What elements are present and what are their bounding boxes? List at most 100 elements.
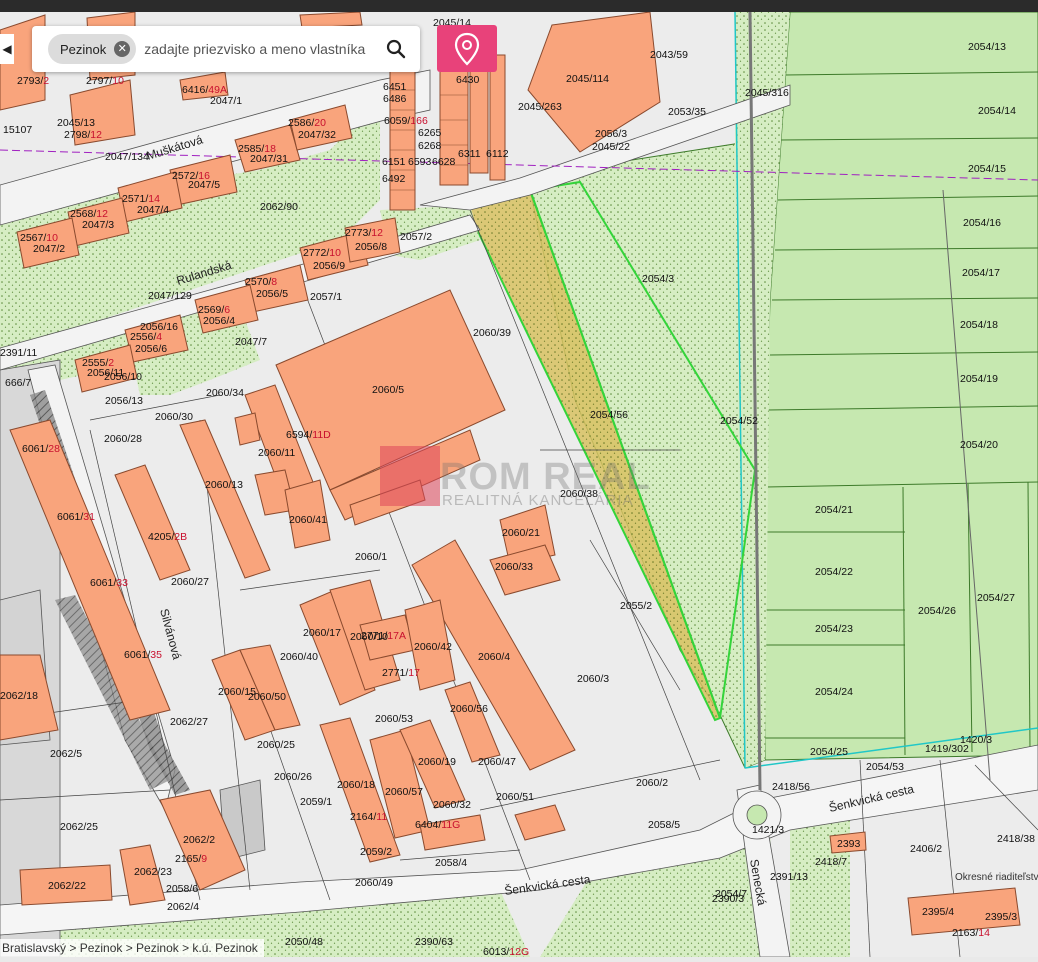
parcel-label: 2060/28 (104, 433, 142, 445)
search-box: Pezinok ✕ (32, 26, 420, 72)
building-label: 6628 (432, 156, 456, 168)
building-label: 2793/2 (17, 75, 49, 87)
building-label: 6486 (383, 93, 407, 105)
building-label: 6451 (383, 81, 407, 93)
building-label: 2771/17A (361, 630, 406, 642)
building-label: 2060/41 (289, 514, 327, 526)
building-label: 2060/11 (258, 447, 295, 459)
parcel-label: 2058/5 (648, 819, 680, 831)
green-parcels (764, 11, 1038, 761)
building-label: 6492 (382, 173, 406, 185)
building-label: 2047/3 (82, 219, 114, 231)
building-label: 2060/1 (355, 551, 387, 563)
parcel-label: 2062/5 (50, 748, 82, 760)
parcel-label: 2056/10 (104, 371, 142, 383)
parcel-label: 2056/13 (105, 395, 143, 407)
building-label: 6404/11G (415, 819, 460, 831)
back-button[interactable]: ◀ (0, 34, 14, 64)
parcel-label: 2054/56 (590, 409, 628, 421)
building-label: 2772/10 (303, 247, 341, 259)
building-label: 2164/11 (350, 811, 387, 823)
location-chip[interactable]: Pezinok ✕ (48, 34, 137, 64)
building-label: 4205/2B (148, 531, 187, 543)
parcel-label: 2060/25 (257, 739, 295, 751)
close-icon[interactable]: ✕ (114, 41, 131, 57)
building-label: 2163/14 (952, 927, 990, 939)
building-label: 2060/17 (303, 627, 341, 639)
building-label: 2047/31 (250, 153, 288, 165)
parcel-label: 2060/40 (280, 651, 318, 663)
parcel-label: 2391/13 (770, 871, 808, 883)
building-label: 6265 (418, 127, 442, 139)
building-label: 2045/114 (566, 73, 609, 85)
parcel-label: 2054/22 (815, 566, 853, 578)
parcel-label: 2054/52 (720, 415, 758, 427)
building-label: 2060/18 (337, 779, 375, 791)
parcel-label: 2054/25 (810, 746, 848, 758)
building-label: 6061/35 (124, 649, 162, 661)
building-label: 2056/9 (313, 260, 345, 272)
parcel-label: 2418/38 (997, 833, 1035, 845)
building-label: 6268 (418, 140, 442, 152)
parcel-label: 2406/2 (910, 843, 942, 855)
parcel-label: 2054/24 (815, 686, 853, 698)
watermark-subtitle: REALITNÁ KANCELÁRIA (442, 492, 634, 509)
parcel-label: 2055/2 (620, 600, 652, 612)
parcel-label: 2060/51 (496, 791, 534, 803)
parcel-label: 1421/3 (752, 824, 784, 836)
parcel-label: 2062/4 (167, 901, 199, 913)
building-label: 2060/57 (385, 786, 423, 798)
building-label: 2395/4 (922, 906, 954, 918)
building-label: 6430 (456, 74, 480, 86)
building-label: 6061/28 (22, 443, 60, 455)
building-label: 2043/59 (650, 49, 688, 61)
building-label: 6061/31 (57, 511, 95, 523)
breadcrumb: Bratislavský > Pezinok > Pezinok > k.ú. … (0, 939, 264, 957)
building-label: 2062/2 (183, 834, 215, 846)
building-label: 2060/21 (502, 527, 540, 539)
parcel-label: 2057/1 (310, 291, 342, 303)
building-label: 2773/12 (345, 227, 383, 239)
building-label: 6151 (382, 156, 406, 168)
parcel-label: 2054/14 (978, 105, 1016, 117)
building-label: 2060/47 (478, 756, 516, 768)
building-label: 2056/8 (355, 241, 387, 253)
building-label: 2060/4 (478, 651, 510, 663)
building-label: 2771/17 (382, 667, 420, 679)
watermark-logo (380, 446, 440, 506)
parcel-label: 2058/4 (435, 857, 467, 869)
search-button[interactable] (382, 35, 410, 63)
parcel-label: 2060/3 (577, 673, 609, 685)
building-label: 6013/12G (483, 946, 529, 957)
parcel-label: 666/7 (5, 377, 31, 389)
parcel-label: 2054/17 (962, 267, 1000, 279)
building-label: 2418/7 (815, 856, 847, 868)
building-label: 2062/18 (0, 690, 38, 702)
building-label: 2056/5 (256, 288, 288, 300)
parcel-label: 2060/39 (473, 327, 511, 339)
parcel-label: 2054/23 (815, 623, 853, 635)
parcel-label: 2062/90 (260, 201, 298, 213)
owner-search-input[interactable] (142, 40, 379, 58)
building-label: 2393 (837, 838, 861, 850)
parcel-label: 2418/56 (772, 781, 810, 793)
building-label: 2060/13 (205, 479, 243, 491)
building-label: 2060/50 (248, 691, 286, 703)
parcel-label: 2060/53 (375, 713, 413, 725)
parcel-label: 2060/26 (274, 771, 312, 783)
building-label: 2060/56 (450, 703, 488, 715)
parcel-label: 15107 (3, 124, 32, 136)
building-label: 2047/5 (188, 179, 220, 191)
parcel-label: 2057/2 (400, 231, 432, 243)
parcel-label: 2054/20 (960, 439, 998, 451)
parcel-label: 2059/1 (300, 796, 332, 808)
parcel-label: 2054/19 (960, 373, 998, 385)
building-label: 2060/42 (414, 641, 452, 653)
parcel-label: 2056/3 (595, 128, 627, 140)
building-label: 6061/33 (90, 577, 128, 589)
building-label: 2047/32 (298, 129, 336, 141)
parcel-label: 2054/13 (968, 41, 1006, 53)
building-label: 2056/6 (135, 343, 167, 355)
parcel-label: 2059/2 (360, 846, 392, 858)
location-pin-button[interactable] (437, 25, 497, 72)
